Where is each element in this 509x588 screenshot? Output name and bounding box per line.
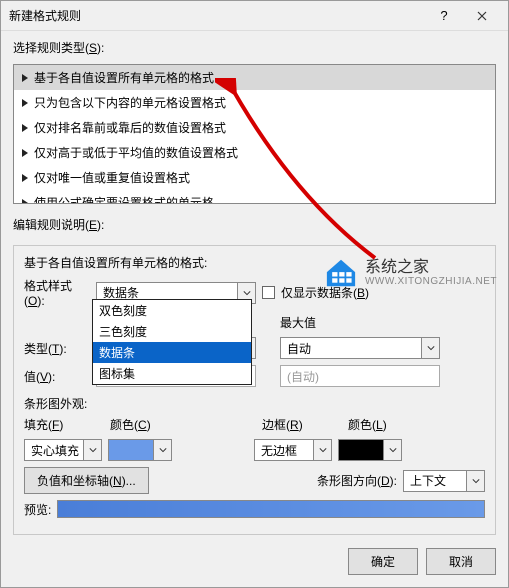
- close-icon: [477, 11, 487, 21]
- triangle-icon: [22, 149, 28, 157]
- dialog-footer: 确定 取消: [1, 548, 508, 587]
- rule-type-item-1[interactable]: 只为包含以下内容的单元格设置格式: [14, 90, 495, 115]
- appearance-header-row: 填充(F) 颜色(C) 边框(R) 颜色(L): [24, 416, 485, 433]
- rule-type-item-5[interactable]: 使用公式确定要设置格式的单元格: [14, 190, 495, 204]
- dropdown-option-0[interactable]: 双色刻度: [93, 300, 251, 321]
- rule-type-item-4[interactable]: 仅对唯一值或重复值设置格式: [14, 165, 495, 190]
- chevron-down-icon: [83, 440, 101, 460]
- rule-type-list[interactable]: 基于各自值设置所有单元格的格式 只为包含以下内容的单元格设置格式 仅对排名靠前或…: [13, 64, 496, 204]
- fill-color-select[interactable]: [108, 439, 172, 461]
- border-header: 边框(R): [262, 416, 342, 433]
- bar-appearance-label: 条形图外观:: [24, 395, 485, 412]
- rule-type-label: 选择规则类型(S):: [13, 39, 496, 56]
- rule-type-item-2[interactable]: 仅对排名靠前或靠后的数值设置格式: [14, 115, 495, 140]
- cancel-button[interactable]: 取消: [426, 548, 496, 575]
- chevron-down-icon: [421, 338, 439, 358]
- show-bar-only-checkbox[interactable]: [262, 286, 275, 299]
- neg-axis-button[interactable]: 负值和坐标轴(N)...: [24, 467, 149, 494]
- fill-header: 填充(F): [24, 416, 104, 433]
- rule-edit-section: 基于各自值设置所有单元格的格式: 格式样式(O): 数据条 仅显示数据条(B) …: [13, 245, 496, 535]
- rule-type-item-0[interactable]: 基于各自值设置所有单元格的格式: [14, 65, 495, 90]
- value-max-input[interactable]: (自动): [280, 365, 440, 387]
- chevron-down-icon: [153, 440, 171, 460]
- edit-desc-label: 编辑规则说明(E):: [13, 216, 496, 233]
- border-color-swatch: [339, 440, 383, 460]
- titlebar: 新建格式规则 ?: [1, 1, 508, 31]
- rule-type-item-3[interactable]: 仅对高于或低于平均值的数值设置格式: [14, 140, 495, 165]
- border-select[interactable]: 无边框: [254, 439, 332, 461]
- color-header: 颜色(C): [110, 416, 190, 433]
- preview-bar: [57, 500, 485, 518]
- chevron-down-icon: [466, 471, 484, 491]
- bar-dir-select[interactable]: 上下文: [403, 470, 485, 492]
- format-style-label: 格式样式(O):: [24, 277, 90, 308]
- value-label: 值(V):: [24, 368, 90, 385]
- help-button[interactable]: ?: [426, 4, 462, 28]
- color-l-header: 颜色(L): [348, 416, 387, 433]
- dialog-title: 新建格式规则: [9, 7, 81, 24]
- content-area: 选择规则类型(S): 基于各自值设置所有单元格的格式 只为包含以下内容的单元格设…: [1, 31, 508, 548]
- appearance-controls-row: 实心填充 无边框: [24, 439, 485, 461]
- dropdown-option-1[interactable]: 三色刻度: [93, 321, 251, 342]
- max-header: 最大值: [280, 314, 316, 331]
- fill-select[interactable]: 实心填充: [24, 439, 102, 461]
- fill-color-swatch: [109, 440, 153, 460]
- dropdown-option-2[interactable]: 数据条: [93, 342, 251, 363]
- triangle-icon: [22, 174, 28, 182]
- window-controls: ?: [426, 4, 500, 28]
- dropdown-option-3[interactable]: 图标集: [93, 363, 251, 384]
- format-style-row: 格式样式(O): 数据条 仅显示数据条(B) 双色刻度 三色刻度 数据条 图标集: [24, 277, 485, 308]
- border-color-select[interactable]: [338, 439, 402, 461]
- type-label: 类型(T):: [24, 340, 90, 357]
- triangle-icon: [22, 124, 28, 132]
- triangle-icon: [22, 199, 28, 205]
- chevron-down-icon: [313, 440, 331, 460]
- bar-dir-label: 条形图方向(D):: [317, 472, 397, 489]
- format-style-dropdown[interactable]: 双色刻度 三色刻度 数据条 图标集: [92, 299, 252, 385]
- close-button[interactable]: [464, 4, 500, 28]
- dialog-new-format-rule: 新建格式规则 ? 选择规则类型(S): 基于各自值设置所有单元格的格式 只为包含…: [0, 0, 509, 588]
- chevron-down-icon: [383, 440, 401, 460]
- section-subtitle: 基于各自值设置所有单元格的格式:: [24, 254, 485, 271]
- negaxis-bardir-row: 负值和坐标轴(N)... 条形图方向(D): 上下文: [24, 467, 485, 494]
- show-bar-only-label: 仅显示数据条(B): [281, 284, 369, 301]
- triangle-icon: [22, 74, 28, 82]
- ok-button[interactable]: 确定: [348, 548, 418, 575]
- type-max-select[interactable]: 自动: [280, 337, 440, 359]
- preview-label: 预览:: [24, 501, 51, 518]
- triangle-icon: [22, 99, 28, 107]
- preview-row: 预览:: [24, 500, 485, 518]
